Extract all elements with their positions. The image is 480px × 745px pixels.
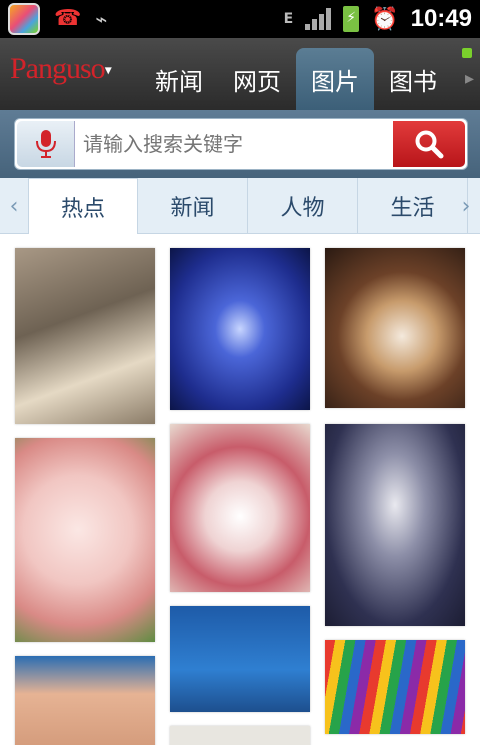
alarm-icon: ⏰	[371, 6, 399, 32]
category-tab-people[interactable]: 人物	[248, 178, 358, 234]
status-bar: ☎ ⌁ E ⏰ 10:49	[0, 0, 480, 38]
nav-tab-books[interactable]: 图书	[374, 48, 452, 110]
chevron-right-icon[interactable]: ▸	[465, 68, 474, 89]
category-tab-hot[interactable]: 热点	[28, 178, 138, 234]
image-thumbnail[interactable]	[170, 726, 310, 745]
signal-strength-icon	[305, 8, 332, 30]
search-input[interactable]	[83, 119, 388, 169]
image-grid	[0, 234, 480, 745]
logo-text: Panguso	[10, 52, 106, 85]
image-thumbnail[interactable]	[325, 248, 465, 408]
top-navigation: Panguso▾ 新闻 网页 图片 图书 ▸	[0, 38, 480, 110]
microphone-icon[interactable]	[17, 121, 75, 167]
missed-call-icon[interactable]: ☎	[54, 3, 81, 35]
category-tabs: ‹ 热点 新闻 人物 生活 ›	[0, 178, 480, 234]
app-launcher-icon[interactable]	[8, 3, 40, 35]
image-thumbnail[interactable]	[325, 640, 465, 734]
search-icon	[415, 130, 444, 159]
search-box	[14, 118, 468, 170]
image-thumbnail[interactable]	[15, 438, 155, 642]
image-thumbnail[interactable]	[325, 424, 465, 626]
clock: 10:49	[410, 5, 472, 32]
chevron-left-icon[interactable]: ‹	[0, 178, 28, 234]
nav-tab-web[interactable]: 网页	[218, 48, 296, 110]
image-thumbnail[interactable]	[15, 248, 155, 424]
network-type-indicator: E	[283, 11, 294, 27]
battery-charging-icon	[343, 6, 360, 32]
category-tab-news[interactable]: 新闻	[138, 178, 248, 234]
search-button[interactable]	[393, 121, 465, 167]
search-bar	[0, 110, 480, 178]
chevron-right-icon[interactable]: ›	[452, 178, 480, 234]
logo[interactable]: Panguso▾	[10, 52, 112, 86]
nav-tab-news[interactable]: 新闻	[140, 48, 218, 110]
notification-dot	[462, 48, 472, 58]
image-thumbnail[interactable]	[170, 606, 310, 712]
nav-tab-images[interactable]: 图片	[296, 48, 374, 110]
image-thumbnail[interactable]	[170, 248, 310, 410]
image-thumbnail[interactable]	[170, 424, 310, 592]
usb-icon: ⌁	[95, 7, 108, 31]
logo-dropdown-icon[interactable]: ▾	[105, 64, 112, 79]
image-thumbnail[interactable]	[15, 656, 155, 745]
